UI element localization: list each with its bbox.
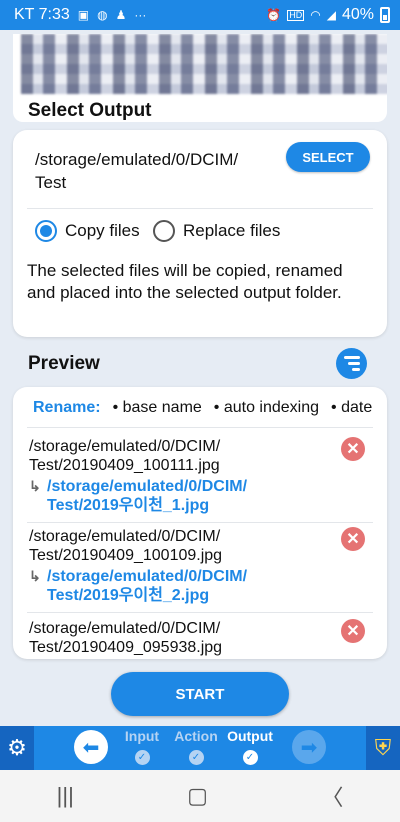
divider (27, 427, 373, 428)
app-body: Select Output /storage/emulated/0/DCIM/ … (0, 30, 400, 770)
blurred-image (21, 34, 387, 94)
destination-path-line2: Test/2019우이천_1.jpg (47, 497, 210, 514)
source-path: /storage/emulated/0/DCIM/ Test/20190409_… (29, 527, 319, 565)
forward-arrow-icon[interactable]: ➡ (292, 730, 326, 764)
battery-icon (380, 7, 390, 23)
rename-row: Rename: • base name • auto indexing • da… (33, 399, 372, 417)
step-input-label: Input (124, 728, 160, 744)
check-icon: ✓ (242, 750, 258, 765)
list-item: /storage/emulated/0/DCIM/ Test/20190409_… (29, 437, 373, 515)
select-output-card: /storage/emulated/0/DCIM/ Test SELECT Co… (13, 130, 387, 337)
source-path-line2: Test/20190409_095938.jpg (29, 639, 223, 656)
select-output-title: Select Output (28, 100, 152, 121)
source-path: /storage/emulated/0/DCIM/ Test/20190409_… (29, 619, 319, 657)
rename-part-auto-indexing: • auto indexing (213, 399, 320, 416)
wifi-icon: ◠ (310, 8, 321, 22)
destination-path-line2: Test/2019우이천_2.jpg (47, 587, 210, 604)
check-icon: ✓ (134, 750, 150, 765)
step-output[interactable]: Output ✓ (222, 728, 278, 765)
destination-path-line1: /storage/emulated/0/DCIM/ (47, 568, 248, 585)
signal-icon: ◢ (326, 8, 336, 22)
alarm-icon: ⏰ (266, 8, 282, 22)
radio-copy-files[interactable]: Copy files (35, 220, 140, 242)
step-output-label: Output (227, 728, 273, 744)
destination-path: ↳ /storage/emulated/0/DCIM/ Test/2019우이천… (29, 477, 327, 515)
source-path-line1: /storage/emulated/0/DCIM/ (29, 528, 221, 545)
arrow-return-icon: ↳ (29, 478, 41, 494)
source-path-line2: Test/20190409_100111.jpg (29, 457, 220, 474)
radio-replace-label: Replace files (183, 221, 281, 240)
back-arrow-icon[interactable]: ⬅ (74, 730, 108, 764)
source-path-line1: /storage/emulated/0/DCIM/ (29, 620, 221, 637)
back-icon[interactable]: 〈 (321, 780, 343, 812)
divider (27, 208, 373, 209)
preview-title: Preview (28, 353, 100, 374)
select-button[interactable]: SELECT (286, 142, 370, 172)
chat-icon: ◍ (97, 8, 108, 22)
system-nav-bar: ||| ▢ 〈 (0, 770, 400, 822)
status-bar: KT 7:33 ▣ ◍ ♟ ··· ⏰ HD ◠ ◢ 40% (0, 0, 400, 30)
recent-apps-icon[interactable]: ||| (57, 783, 74, 809)
output-path-line2: Test (35, 173, 67, 192)
divider (27, 522, 373, 523)
shield-dollar-icon[interactable]: ⛨ (366, 726, 400, 770)
radio-replace-icon[interactable] (153, 220, 175, 242)
check-icon: ✓ (188, 750, 204, 765)
radio-copy-label: Copy files (65, 221, 140, 240)
hd-icon: HD (287, 9, 305, 21)
output-description: The selected files will be copied, renam… (27, 261, 343, 302)
image-icon: ▣ (77, 8, 90, 22)
source-path: /storage/emulated/0/DCIM/ Test/20190409_… (29, 437, 319, 475)
step-input[interactable]: Input ✓ (114, 728, 170, 765)
carrier-time: KT 7:33 (14, 6, 70, 23)
preview-card: Rename: • base name • auto indexing • da… (13, 387, 387, 659)
rename-part-date: • date (331, 399, 373, 416)
remove-icon[interactable]: ✕ (341, 527, 365, 551)
arrow-return-icon: ↳ (29, 568, 41, 584)
home-icon[interactable]: ▢ (187, 783, 208, 809)
bottom-toolbar: ⚙ ⬅ Input ✓ Action ✓ Output ✓ ➡ ⛨ (0, 726, 400, 770)
destination-path: ↳ /storage/emulated/0/DCIM/ Test/2019우이천… (29, 567, 327, 605)
destination-path-line1: /storage/emulated/0/DCIM/ (47, 478, 248, 495)
list-item: /storage/emulated/0/DCIM/ Test/20190409_… (29, 619, 373, 657)
source-path-line2: Test/20190409_100109.jpg (29, 547, 223, 564)
radio-replace-files[interactable]: Replace files (153, 220, 280, 242)
output-path: /storage/emulated/0/DCIM/ Test (35, 148, 285, 194)
rename-label[interactable]: Rename: (33, 399, 101, 417)
gear-icon[interactable]: ⚙ (0, 726, 34, 770)
remove-icon[interactable]: ✕ (341, 619, 365, 643)
source-path-line1: /storage/emulated/0/DCIM/ (29, 438, 221, 455)
sort-list-icon[interactable] (336, 348, 367, 379)
step-action-label: Action (174, 728, 218, 744)
rename-part-base-name: • base name (112, 399, 202, 416)
start-button[interactable]: START (111, 672, 289, 716)
list-item: /storage/emulated/0/DCIM/ Test/20190409_… (29, 527, 373, 605)
battery-level: 40% (341, 6, 374, 23)
output-path-line1: /storage/emulated/0/DCIM/ (35, 150, 239, 169)
more-dots: ··· (134, 8, 147, 22)
divider (27, 612, 373, 613)
step-action[interactable]: Action ✓ (168, 728, 224, 765)
radio-copy-icon[interactable] (35, 220, 57, 242)
walk-icon: ♟ (115, 8, 127, 22)
remove-icon[interactable]: ✕ (341, 437, 365, 461)
